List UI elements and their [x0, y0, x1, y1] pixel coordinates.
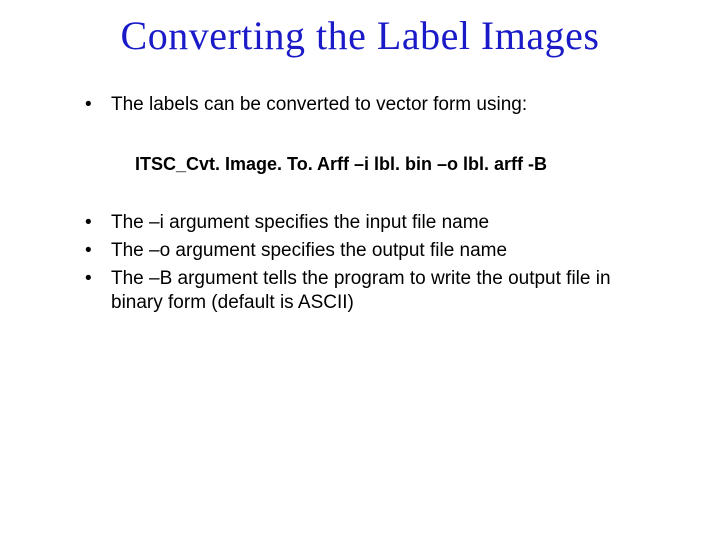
bullet-group: The –i argument specifies the input file… [85, 211, 650, 314]
slide-body: The labels can be converted to vector fo… [0, 93, 720, 314]
bullet-text: The –o argument specifies the output fil… [111, 240, 507, 261]
bullet-item: The –i argument specifies the input file… [85, 211, 650, 235]
bullet-item: The labels can be converted to vector fo… [85, 93, 650, 117]
bullet-item: The –o argument specifies the output fil… [85, 239, 650, 263]
bullet-text: The –B argument tells the program to wri… [111, 268, 611, 313]
slide: Converting the Label Images The labels c… [0, 12, 720, 552]
bullet-text: The –i argument specifies the input file… [111, 212, 489, 233]
command-line: ITSC_Cvt. Image. To. Arff –i lbl. bin –o… [85, 153, 650, 176]
bullet-item: The –B argument tells the program to wri… [85, 267, 650, 315]
slide-title: Converting the Label Images [0, 12, 720, 59]
bullet-text: The labels can be converted to vector fo… [111, 94, 527, 115]
